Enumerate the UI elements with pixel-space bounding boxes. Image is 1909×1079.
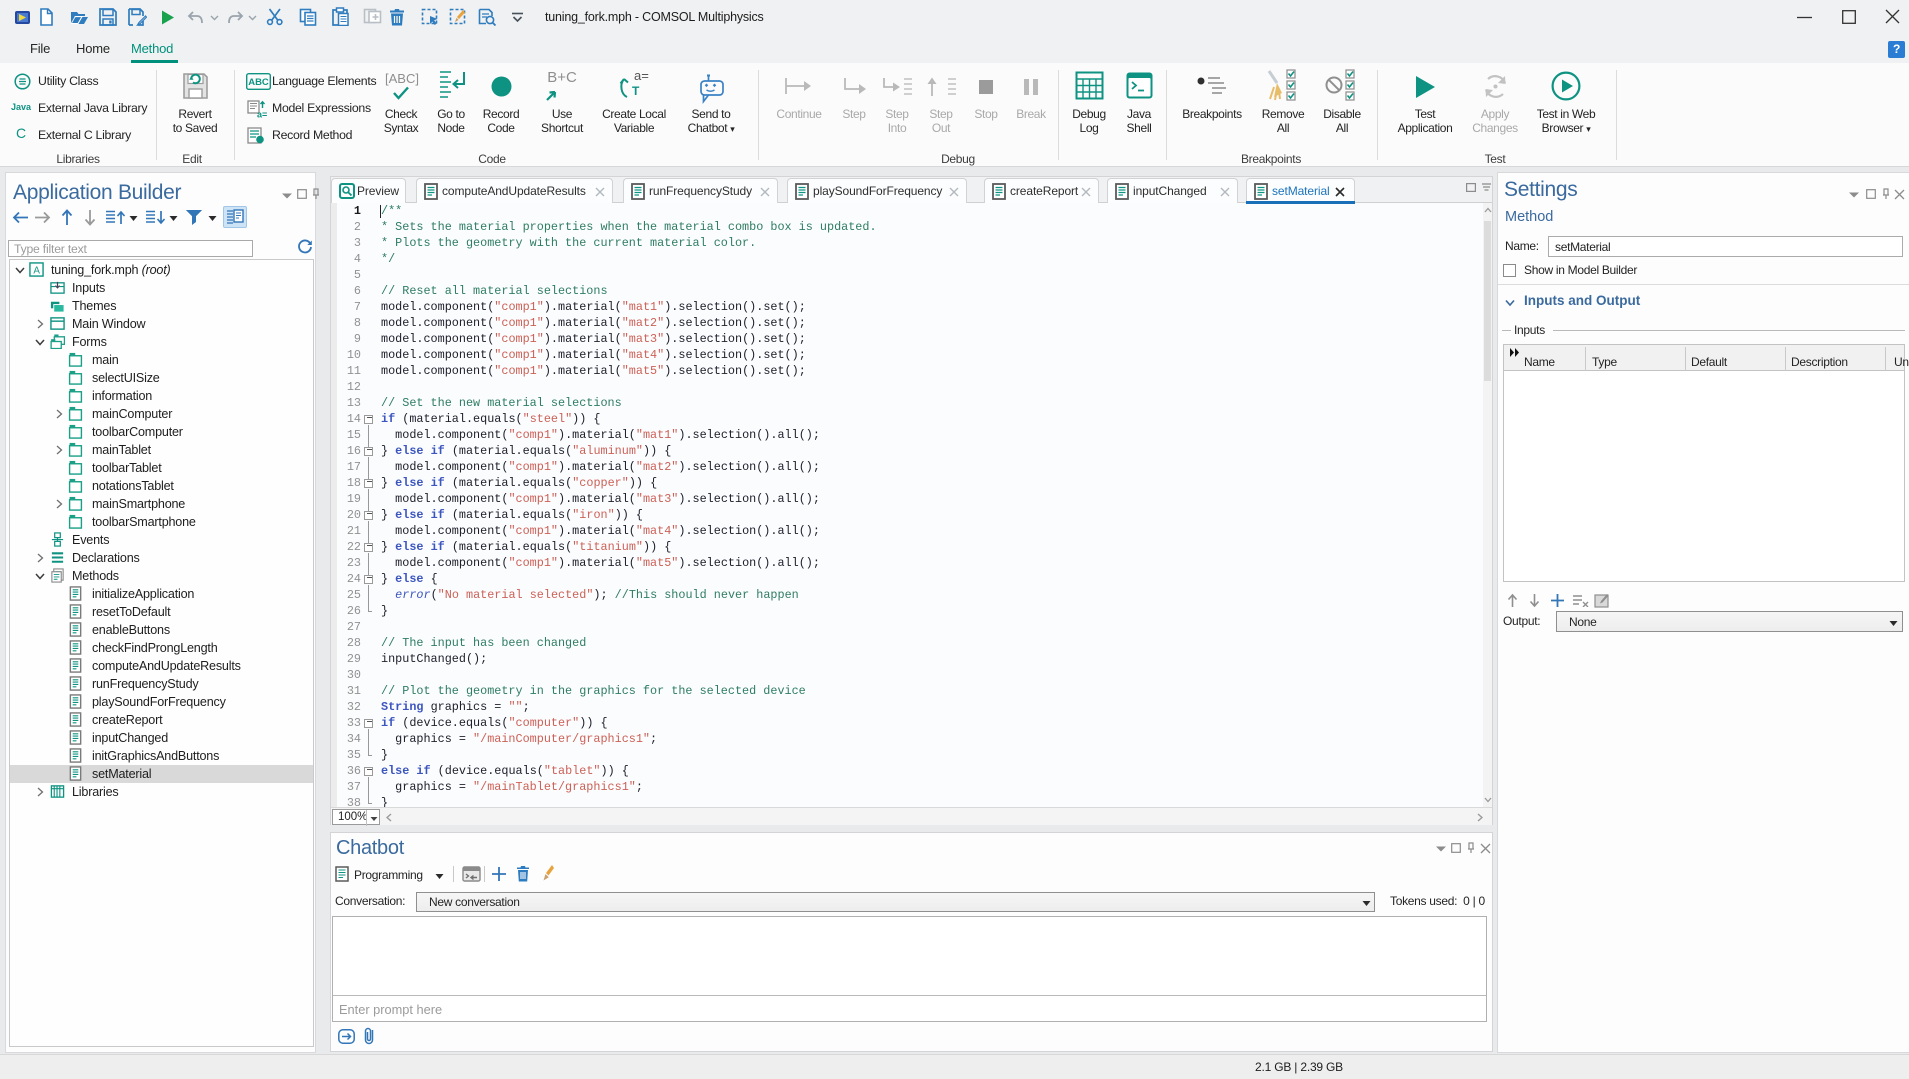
- svg-text:T: T: [632, 84, 640, 98]
- svg-text:a=: a=: [257, 110, 267, 119]
- svg-text:ABC: ABC: [248, 77, 269, 88]
- svg-text:a=: a=: [634, 69, 649, 83]
